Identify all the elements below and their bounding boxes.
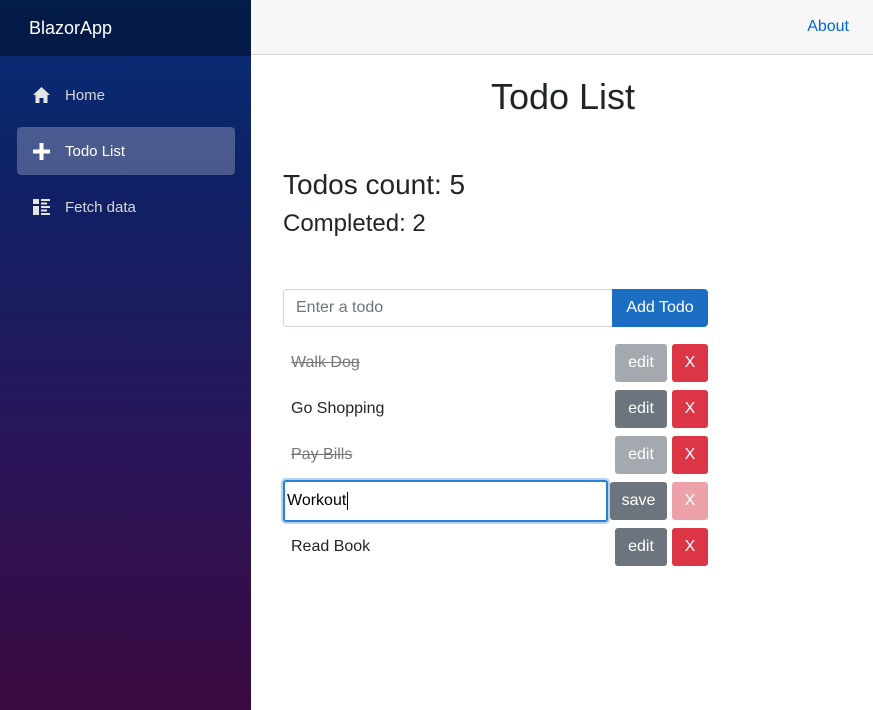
nav-menu: Home Todo List Fetch data bbox=[0, 56, 251, 231]
todo-item: Go Shopping edit X bbox=[283, 390, 708, 428]
home-icon bbox=[32, 86, 50, 104]
sidebar: BlazorApp Home Todo List Fetch data bbox=[0, 0, 251, 710]
todo-item-editing: Workout save X bbox=[283, 480, 708, 522]
nav-item-fetch-data[interactable]: Fetch data bbox=[17, 183, 235, 231]
todo-item: Walk Dog edit X bbox=[283, 344, 708, 382]
edit-button[interactable]: edit bbox=[615, 344, 667, 382]
todos-count: Todos count: 5 bbox=[283, 169, 466, 200]
save-button[interactable]: save bbox=[610, 482, 667, 520]
add-todo-form: Add Todo bbox=[283, 289, 708, 327]
todo-item: Read Book edit X bbox=[283, 528, 708, 566]
brand-link[interactable]: BlazorApp bbox=[29, 18, 112, 39]
brand-bar: BlazorApp bbox=[0, 0, 251, 56]
todo-title[interactable]: Walk Dog bbox=[283, 354, 615, 372]
about-link[interactable]: About bbox=[807, 18, 849, 36]
todo-title[interactable]: Go Shopping bbox=[283, 400, 615, 418]
delete-button[interactable]: X bbox=[672, 528, 708, 566]
edit-button[interactable]: edit bbox=[615, 436, 667, 474]
delete-button[interactable]: X bbox=[672, 344, 708, 382]
nav-item-label: Todo List bbox=[65, 142, 126, 160]
text-caret bbox=[347, 492, 349, 510]
edit-button[interactable]: edit bbox=[615, 528, 667, 566]
nav-item-todo-list[interactable]: Todo List bbox=[17, 127, 235, 175]
todo-item: Pay Bills edit X bbox=[283, 436, 708, 474]
top-row: About bbox=[251, 0, 873, 55]
todo-edit-value: Workout bbox=[287, 492, 347, 509]
list-rich-icon bbox=[32, 198, 50, 216]
add-todo-button[interactable]: Add Todo bbox=[612, 289, 708, 327]
delete-button[interactable]: X bbox=[672, 390, 708, 428]
completed-count: Completed: 2 bbox=[283, 210, 426, 237]
nav-item-home[interactable]: Home bbox=[17, 71, 235, 119]
delete-button[interactable]: X bbox=[672, 482, 708, 520]
plus-icon bbox=[32, 142, 50, 160]
todo-edit-input[interactable]: Workout bbox=[283, 480, 608, 522]
delete-button[interactable]: X bbox=[672, 436, 708, 474]
page-title: Todo List bbox=[490, 76, 636, 117]
todo-list: Walk Dog edit X Go Shopping edit X Pay B… bbox=[283, 344, 708, 566]
todo-input[interactable] bbox=[283, 289, 612, 327]
nav-item-label: Fetch data bbox=[65, 198, 136, 216]
edit-button[interactable]: edit bbox=[615, 390, 667, 428]
todo-title[interactable]: Pay Bills bbox=[283, 446, 615, 464]
nav-item-label: Home bbox=[65, 86, 106, 104]
main-content: Todo List Todos count: 5 Completed: 2 Ad… bbox=[283, 55, 843, 574]
todo-title[interactable]: Read Book bbox=[283, 538, 615, 556]
